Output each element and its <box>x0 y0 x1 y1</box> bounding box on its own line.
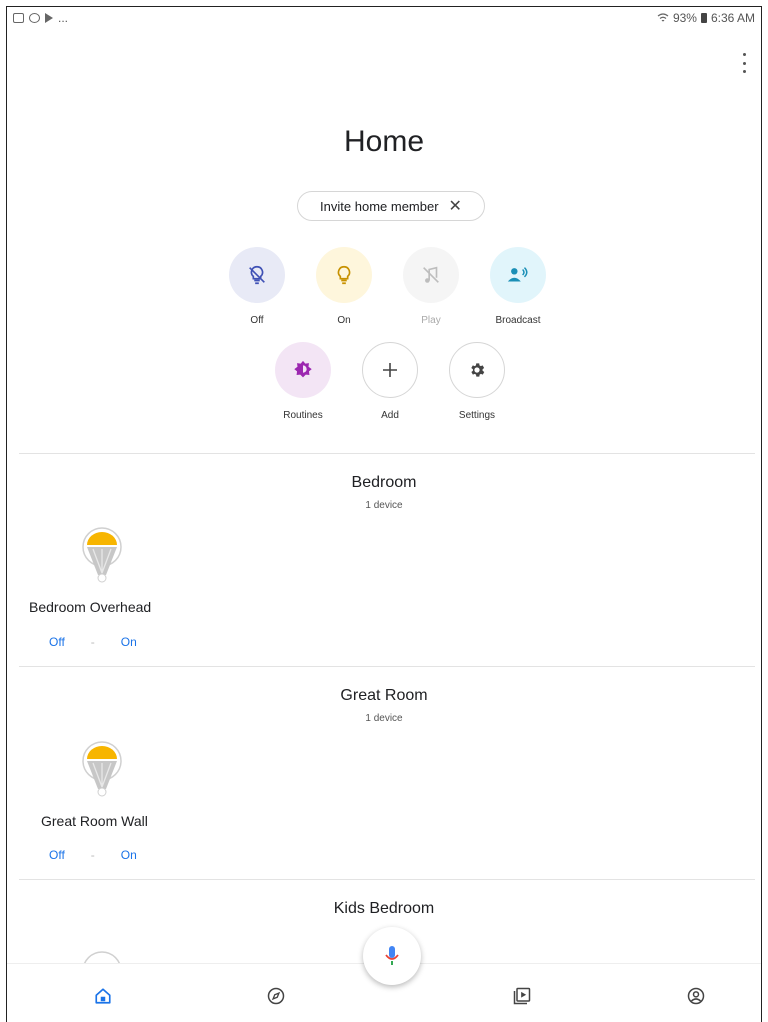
link-notification-icon <box>29 13 40 23</box>
action-settings[interactable]: Settings <box>427 342 527 421</box>
clock: 6:36 AM <box>710 11 755 25</box>
action-settings-label: Settings <box>458 410 496 421</box>
device-controls: Off - On <box>49 635 137 649</box>
divider <box>19 666 755 667</box>
add-icon <box>362 342 418 398</box>
room-title-great-room[interactable]: Great Room <box>7 687 761 705</box>
status-right: 93% 6:36 AM <box>657 11 755 25</box>
room-device-count: 1 device <box>365 500 403 511</box>
bulb-icon[interactable] <box>79 527 125 583</box>
routines-icon <box>275 342 331 398</box>
status-bar: ... 93% 6:36 AM <box>7 7 761 31</box>
music-off-icon <box>403 247 459 303</box>
device-controls: Off - On <box>49 848 137 862</box>
action-routines-label: Routines <box>283 410 323 421</box>
battery-icon <box>700 13 707 23</box>
account-icon[interactable] <box>684 984 708 1008</box>
action-off-label: Off <box>250 315 264 326</box>
device-on-button[interactable]: On <box>121 635 137 649</box>
divider <box>19 879 755 880</box>
action-play-label: Play <box>421 315 441 326</box>
room-title-kids-bedroom[interactable]: Kids Bedroom <box>7 900 761 918</box>
invite-chip-label: Invite home member <box>320 198 439 214</box>
action-routines[interactable]: Routines <box>253 342 353 421</box>
status-left: ... <box>13 11 68 25</box>
divider <box>19 453 755 454</box>
action-add[interactable]: Add <box>340 342 440 421</box>
media-icon[interactable] <box>510 984 534 1008</box>
room-device-count: 1 device <box>365 713 403 724</box>
lightbulb-icon <box>316 247 372 303</box>
more-notifications-text: ... <box>58 11 69 25</box>
device-name[interactable]: Great Room Wall <box>41 813 148 829</box>
room-title-bedroom[interactable]: Bedroom <box>7 474 761 492</box>
more-vert-icon[interactable] <box>739 53 749 73</box>
battery-percent: 93% <box>672 11 697 25</box>
wifi-icon <box>657 13 669 22</box>
gear-icon <box>449 342 505 398</box>
control-separator: - <box>90 635 95 649</box>
action-off[interactable]: Off <box>207 247 307 326</box>
invite-home-member-chip[interactable]: Invite home member ✕ <box>297 191 485 221</box>
action-broadcast[interactable]: Broadcast <box>468 247 568 326</box>
device-off-button[interactable]: Off <box>49 635 65 649</box>
close-icon[interactable]: ✕ <box>449 196 462 216</box>
app-frame: ... 93% 6:36 AM Home Invite home member … <box>6 6 762 1022</box>
bulb-icon[interactable] <box>79 741 125 797</box>
device-on-button[interactable]: On <box>121 848 137 862</box>
gallery-notification-icon <box>13 13 24 23</box>
action-broadcast-label: Broadcast <box>495 315 541 326</box>
discover-icon[interactable] <box>264 984 288 1008</box>
control-separator: - <box>90 848 95 862</box>
mic-icon <box>385 946 399 965</box>
action-play[interactable]: Play <box>381 247 481 326</box>
home-icon[interactable] <box>91 984 115 1008</box>
page-title: Home <box>343 125 425 158</box>
action-on-label: On <box>337 315 351 326</box>
action-on[interactable]: On <box>294 247 394 326</box>
light-off-icon <box>229 247 285 303</box>
device-name[interactable]: Bedroom Overhead <box>29 599 151 615</box>
play-notification-icon <box>45 13 53 23</box>
action-add-label: Add <box>381 410 399 421</box>
mic-button[interactable] <box>363 927 421 985</box>
broadcast-icon <box>490 247 546 303</box>
device-off-button[interactable]: Off <box>49 848 65 862</box>
